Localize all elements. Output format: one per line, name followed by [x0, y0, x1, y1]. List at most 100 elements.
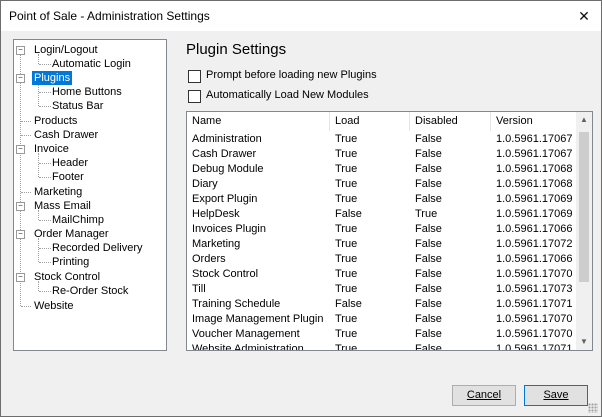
tree-item-printing[interactable]: Printing	[50, 255, 91, 269]
table-row[interactable]: HelpDesk False True 1.0.5961.17069	[187, 207, 577, 222]
table-row[interactable]: Stock Control True False 1.0.5961.17070	[187, 267, 577, 282]
save-button[interactable]: Save	[524, 385, 588, 406]
resize-grip-icon[interactable]	[588, 403, 598, 413]
table-row[interactable]: Export Plugin True False 1.0.5961.17069	[187, 192, 577, 207]
grid-header: Name Load Disabled Version	[187, 112, 577, 131]
column-header-load[interactable]: Load	[330, 112, 410, 131]
tree-item-label: MailChimp	[52, 214, 104, 226]
tree-item-recorded-delivery[interactable]: Recorded Delivery	[50, 241, 144, 255]
cell-version: 1.0.5961.17067	[496, 148, 573, 160]
cell-load: True	[335, 343, 358, 350]
checkbox-label: Prompt before loading new Plugins	[206, 69, 377, 81]
column-header-disabled[interactable]: Disabled	[410, 112, 491, 131]
table-row[interactable]: Invoices Plugin True False 1.0.5961.17066	[187, 222, 577, 237]
collapse-icon[interactable]: −	[16, 230, 25, 239]
cell-load: True	[335, 313, 358, 325]
table-row[interactable]: Training Schedule False False 1.0.5961.1707…	[187, 297, 577, 312]
tree-item-label: Status Bar	[52, 100, 104, 112]
tree-item-status-bar[interactable]: Status Bar	[50, 99, 105, 113]
tree-item-products[interactable]: Products	[32, 114, 79, 128]
tree-item-header[interactable]: Header	[50, 156, 90, 170]
cell-disabled: False	[415, 253, 442, 265]
title-bar: Point of Sale - Administration Settings …	[1, 1, 601, 31]
tree-item-cash-drawer[interactable]: Cash Drawer	[32, 128, 100, 142]
cancel-button[interactable]: Cancel	[452, 385, 516, 406]
cell-version: 1.0.5961.17067	[496, 133, 573, 145]
scroll-up-icon[interactable]: ▲	[576, 112, 592, 128]
settings-window: Point of Sale - Administration Settings …	[0, 0, 602, 417]
plugins-grid[interactable]: Name Load Disabled Version Administratio…	[186, 111, 593, 351]
tree-item-label: Automatic Login	[52, 58, 131, 70]
window-title: Point of Sale - Administration Settings	[9, 9, 210, 23]
tree-connector	[21, 121, 31, 122]
tree-guide-line	[38, 238, 39, 262]
tree-item-label: Order Manager	[34, 228, 109, 240]
cell-name: Diary	[192, 178, 218, 190]
cell-disabled: False	[415, 163, 442, 175]
cell-version: 1.0.5961.17070	[496, 328, 573, 340]
cell-disabled: False	[415, 298, 442, 310]
cell-load: True	[335, 148, 358, 160]
cell-version: 1.0.5961.17068	[496, 163, 573, 175]
cell-disabled: False	[415, 268, 442, 280]
table-row[interactable]: Website Administration True False 1.0.5961.…	[187, 342, 577, 350]
close-icon[interactable]: ✕	[567, 1, 601, 31]
tree-item-label: Cash Drawer	[34, 129, 99, 141]
table-row[interactable]: Administration True False 1.0.5961.17067	[187, 132, 577, 147]
table-row[interactable]: Cash Drawer True False 1.0.5961.17067	[187, 147, 577, 162]
auto-load-modules-checkbox[interactable]	[188, 90, 201, 103]
scroll-down-icon[interactable]: ▼	[576, 334, 592, 350]
tree-item-marketing[interactable]: Marketing	[32, 185, 84, 199]
cell-disabled: True	[415, 208, 438, 220]
table-row[interactable]: Diary True False 1.0.5961.17068	[187, 177, 577, 192]
tree-item-footer[interactable]: Footer	[50, 170, 86, 184]
cell-name: Administration	[192, 133, 262, 145]
collapse-icon[interactable]: −	[16, 74, 25, 83]
cell-disabled: False	[415, 238, 442, 250]
tree-item-re-order-stock[interactable]: Re-Order Stock	[50, 284, 130, 298]
tree-connector	[21, 192, 31, 193]
scroll-thumb[interactable]	[579, 132, 589, 282]
cell-disabled: False	[415, 193, 442, 205]
tree-guide-line	[20, 50, 21, 306]
cell-load: True	[335, 253, 358, 265]
table-row[interactable]: Orders True False 1.0.5961.17066	[187, 252, 577, 267]
column-header-name[interactable]: Name	[187, 112, 330, 131]
collapse-icon[interactable]: −	[16, 273, 25, 282]
grid-body: Administration True False 1.0.5961.17067 Cas…	[187, 132, 577, 350]
tree-item-label: Footer	[52, 171, 84, 183]
tree-item-automatic-login[interactable]: Automatic Login	[50, 57, 133, 71]
table-row[interactable]: Till True False 1.0.5961.17073	[187, 282, 577, 297]
cell-version: 1.0.5961.17069	[496, 193, 573, 205]
cell-version: 1.0.5961.17073	[496, 283, 573, 295]
cell-load: False	[335, 298, 362, 310]
table-row[interactable]: Marketing True False 1.0.5961.17072	[187, 237, 577, 252]
cell-version: 1.0.5961.17070	[496, 268, 573, 280]
table-row[interactable]: Image Management Plugin True False 1.0.5961…	[187, 312, 577, 327]
tree-item-mailchimp[interactable]: MailChimp	[50, 213, 106, 227]
collapse-icon[interactable]: −	[16, 202, 25, 211]
cell-name: Marketing	[192, 238, 241, 250]
tree-item-home-buttons[interactable]: Home Buttons	[50, 85, 124, 99]
tree-guide-line	[38, 82, 39, 106]
collapse-icon[interactable]: −	[16, 145, 25, 154]
tree-item-label: Stock Control	[34, 271, 101, 283]
collapse-icon[interactable]: −	[16, 46, 25, 55]
tree-item-label: Re-Order Stock	[52, 285, 129, 297]
cell-disabled: False	[415, 223, 442, 235]
cell-name: Debug Module	[192, 163, 264, 175]
column-header-version[interactable]: Version	[491, 112, 577, 131]
settings-tree[interactable]: − Login/Logout Automatic Login − Plugins…	[13, 39, 167, 351]
vertical-scrollbar[interactable]: ▲ ▼	[576, 112, 592, 350]
prompt-before-loading-checkbox[interactable]	[188, 70, 201, 83]
table-row[interactable]: Voucher Management True False 1.0.5961.1707…	[187, 327, 577, 342]
tree-item-website[interactable]: Website	[32, 299, 76, 313]
cell-disabled: False	[415, 343, 442, 350]
cell-version: 1.0.5961.17069	[496, 208, 573, 220]
tree-item-label: Printing	[52, 256, 90, 268]
cell-load: True	[335, 238, 358, 250]
cell-load: True	[335, 133, 358, 145]
cell-name: Website Administration	[192, 343, 304, 350]
tree-item-label: Invoice	[34, 143, 69, 155]
table-row[interactable]: Debug Module True False 1.0.5961.17068	[187, 162, 577, 177]
